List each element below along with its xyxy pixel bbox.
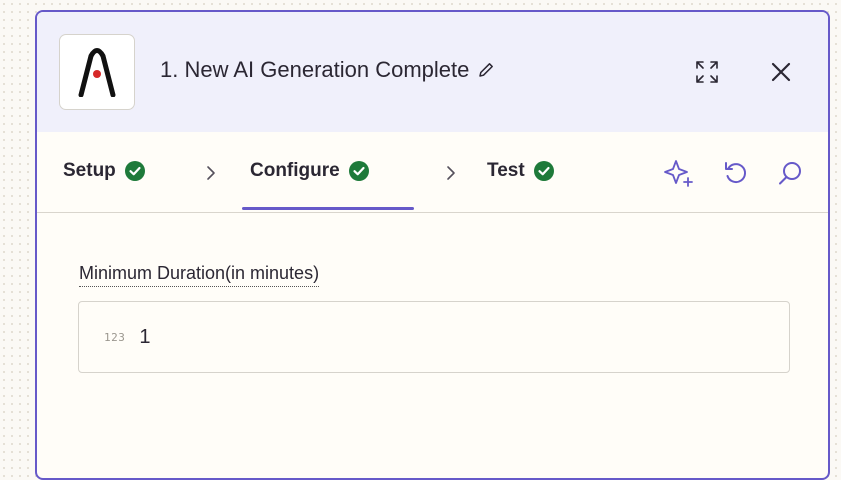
close-icon <box>771 62 791 82</box>
search-button[interactable] <box>775 158 805 188</box>
app-logo <box>59 34 135 110</box>
check-circle-icon <box>124 161 145 181</box>
minimum-duration-input[interactable]: 123 1 <box>78 301 790 373</box>
step-tabs: Setup Configure Test <box>37 132 828 213</box>
app-logo-icon <box>78 48 116 97</box>
ai-assist-button[interactable] <box>663 158 693 188</box>
reset-icon <box>725 162 746 184</box>
close-button[interactable] <box>763 54 799 90</box>
expand-button[interactable] <box>689 54 725 90</box>
active-tab-indicator <box>242 207 414 210</box>
expand-icon <box>696 61 718 83</box>
step-editor-panel: 1. New AI Generation Complete Setup Conf… <box>35 10 830 480</box>
tab-setup[interactable]: Setup <box>63 160 145 182</box>
search-icon <box>779 162 801 185</box>
check-circle-icon <box>348 161 369 181</box>
step-title: 1. New AI Generation Complete <box>160 57 495 83</box>
panel-header: 1. New AI Generation Complete <box>37 12 828 132</box>
pencil-icon[interactable] <box>477 61 495 79</box>
chevron-right-icon <box>445 165 457 181</box>
tab-configure-label: Configure <box>250 160 340 181</box>
tab-configure[interactable]: Configure <box>250 160 369 182</box>
step-title-text: 1. New AI Generation Complete <box>160 57 470 82</box>
chevron-right-icon <box>205 165 217 181</box>
tab-test-label: Test <box>487 160 525 181</box>
tab-setup-label: Setup <box>63 160 116 181</box>
ai-sparkle-icon <box>664 160 693 187</box>
field-label: Minimum Duration(in minutes) <box>79 263 320 287</box>
input-value: 1 <box>139 325 151 348</box>
reset-button[interactable] <box>720 158 750 188</box>
tab-test[interactable]: Test <box>487 160 554 182</box>
check-circle-icon <box>533 161 554 181</box>
number-type-badge: 123 <box>104 330 126 344</box>
